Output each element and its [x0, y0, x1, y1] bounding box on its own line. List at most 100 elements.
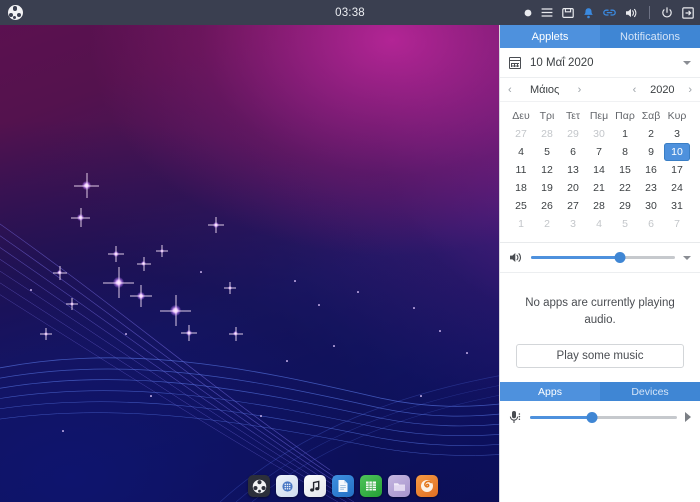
- calendar-nav-row: ‹ Μάιος › ‹ 2020 ›: [500, 78, 700, 102]
- year-nav-group: ‹ 2020 ›: [633, 84, 692, 96]
- calendar-date-row[interactable]: 10 Μαΐ 2020: [500, 48, 700, 78]
- dock-item-browser[interactable]: [416, 475, 438, 497]
- calendar-day[interactable]: 4: [508, 143, 534, 161]
- media-empty-message: No apps are currently playing audio.: [525, 297, 675, 326]
- play-some-music-button[interactable]: Play some music: [516, 344, 684, 369]
- calendar-day[interactable]: 17: [664, 161, 690, 179]
- desktop-screen: 03: Κυριακή 10 Μ: [0, 0, 700, 502]
- calendar-day[interactable]: 14: [586, 161, 612, 179]
- microphone-icon[interactable]: [509, 410, 522, 425]
- calendar-day[interactable]: 29: [560, 125, 586, 143]
- calendar-day[interactable]: 30: [638, 197, 664, 215]
- dust-speck: [30, 289, 32, 291]
- next-month-button[interactable]: ›: [578, 84, 582, 96]
- desktop-dock: [248, 475, 438, 497]
- calendar-day[interactable]: 6: [638, 215, 664, 233]
- network-link-icon[interactable]: [603, 0, 616, 25]
- calendar-day[interactable]: 27: [560, 197, 586, 215]
- power-icon[interactable]: [661, 0, 673, 25]
- tab-devices[interactable]: Devices: [600, 382, 700, 401]
- dock-item-calc[interactable]: [360, 475, 382, 497]
- calendar-day[interactable]: 5: [612, 215, 638, 233]
- calendar-day[interactable]: 21: [586, 179, 612, 197]
- microphone-slider-knob[interactable]: [586, 411, 598, 423]
- calendar-day[interactable]: 3: [560, 215, 586, 233]
- calendar-selected-date: 10 Μαΐ 2020: [530, 56, 594, 69]
- calendar-day[interactable]: 16: [638, 161, 664, 179]
- calendar-day[interactable]: 1: [508, 215, 534, 233]
- calendar-day[interactable]: 19: [534, 179, 560, 197]
- volume-slider-fill: [531, 256, 621, 259]
- logout-icon[interactable]: [682, 0, 694, 25]
- tab-applets[interactable]: Applets: [500, 25, 600, 48]
- calendar-day[interactable]: 28: [534, 125, 560, 143]
- calendar-day[interactable]: 3: [664, 125, 690, 143]
- calendar-day[interactable]: 7: [586, 143, 612, 161]
- calendar-day[interactable]: 5: [534, 143, 560, 161]
- calendar-day[interactable]: 12: [534, 161, 560, 179]
- calendar-day[interactable]: 22: [612, 179, 638, 197]
- volume-chevron-down-icon[interactable]: [683, 255, 691, 260]
- calendar-day[interactable]: 18: [508, 179, 534, 197]
- calendar-day[interactable]: 1: [612, 125, 638, 143]
- dust-speck: [200, 271, 202, 273]
- volume-slider-knob[interactable]: [614, 252, 626, 263]
- calendar-weekday: Σαβ: [641, 110, 661, 122]
- microphone-slider-fill: [530, 415, 592, 419]
- calendar-weekday: Τρι: [539, 110, 555, 122]
- volume-slider[interactable]: [531, 251, 675, 265]
- tab-apps[interactable]: Apps: [500, 382, 600, 402]
- calendar-day[interactable]: 25: [508, 197, 534, 215]
- dock-item-files[interactable]: [388, 475, 410, 497]
- calendar-day[interactable]: 27: [508, 125, 534, 143]
- dock-item-show-apps[interactable]: [276, 475, 298, 497]
- calendar-weekday: Παρ: [615, 110, 635, 122]
- document-icon: [337, 479, 349, 493]
- prev-month-button[interactable]: ‹: [508, 84, 512, 96]
- next-year-button[interactable]: ›: [688, 84, 692, 96]
- dock-item-menu[interactable]: [248, 475, 270, 497]
- microphone-slider[interactable]: [530, 410, 677, 424]
- calendar-day[interactable]: 20: [560, 179, 586, 197]
- calendar-day[interactable]: 2: [534, 215, 560, 233]
- calendar-day[interactable]: 23: [638, 179, 664, 197]
- media-player-section: No apps are currently playing audio. Pla…: [500, 273, 700, 369]
- calendar-week-row: 11 12 13 14 15 16 17: [508, 161, 692, 179]
- calendar-day-today[interactable]: 10: [664, 143, 690, 161]
- calendar-weekday: Δευ: [512, 110, 530, 122]
- calendar-day[interactable]: 26: [534, 197, 560, 215]
- calendar-day[interactable]: 11: [508, 161, 534, 179]
- dust-speck: [150, 395, 152, 397]
- calendar-day[interactable]: 28: [586, 197, 612, 215]
- removable-drive-icon[interactable]: [562, 0, 574, 25]
- calendar-day[interactable]: 15: [612, 161, 638, 179]
- calendar-day[interactable]: 24: [664, 179, 690, 197]
- dot-indicator-icon[interactable]: [524, 0, 532, 25]
- volume-speaker-icon[interactable]: [509, 251, 523, 264]
- calendar-day[interactable]: 2: [638, 125, 664, 143]
- calendar-day[interactable]: 29: [612, 197, 638, 215]
- month-nav-group: ‹ Μάιος ›: [508, 84, 581, 96]
- volume-speaker-icon[interactable]: [625, 0, 638, 25]
- calendar-weekday: Τετ: [565, 110, 581, 122]
- prev-year-button[interactable]: ‹: [633, 84, 637, 96]
- calendar-day[interactable]: 8: [612, 143, 638, 161]
- volume-row: [500, 243, 700, 273]
- top-panel: 03:38: [0, 0, 700, 25]
- chevron-down-icon[interactable]: [683, 60, 691, 65]
- calendar-day[interactable]: 31: [664, 197, 690, 215]
- triangle-right-icon[interactable]: [685, 412, 691, 423]
- calendar-day[interactable]: 9: [638, 143, 664, 161]
- notification-bell-icon[interactable]: [583, 0, 594, 25]
- calendar-day[interactable]: 6: [560, 143, 586, 161]
- dock-item-writer[interactable]: [332, 475, 354, 497]
- dock-item-music[interactable]: [304, 475, 326, 497]
- hamburger-menu-icon[interactable]: [541, 0, 553, 25]
- calendar-day[interactable]: 4: [586, 215, 612, 233]
- calendar-week-row: 25 26 27 28 29 30 31: [508, 197, 692, 215]
- calendar-day[interactable]: 7: [664, 215, 690, 233]
- folder-icon: [393, 481, 406, 492]
- calendar-day[interactable]: 13: [560, 161, 586, 179]
- tab-notifications[interactable]: Notifications: [600, 25, 700, 48]
- calendar-day[interactable]: 30: [586, 125, 612, 143]
